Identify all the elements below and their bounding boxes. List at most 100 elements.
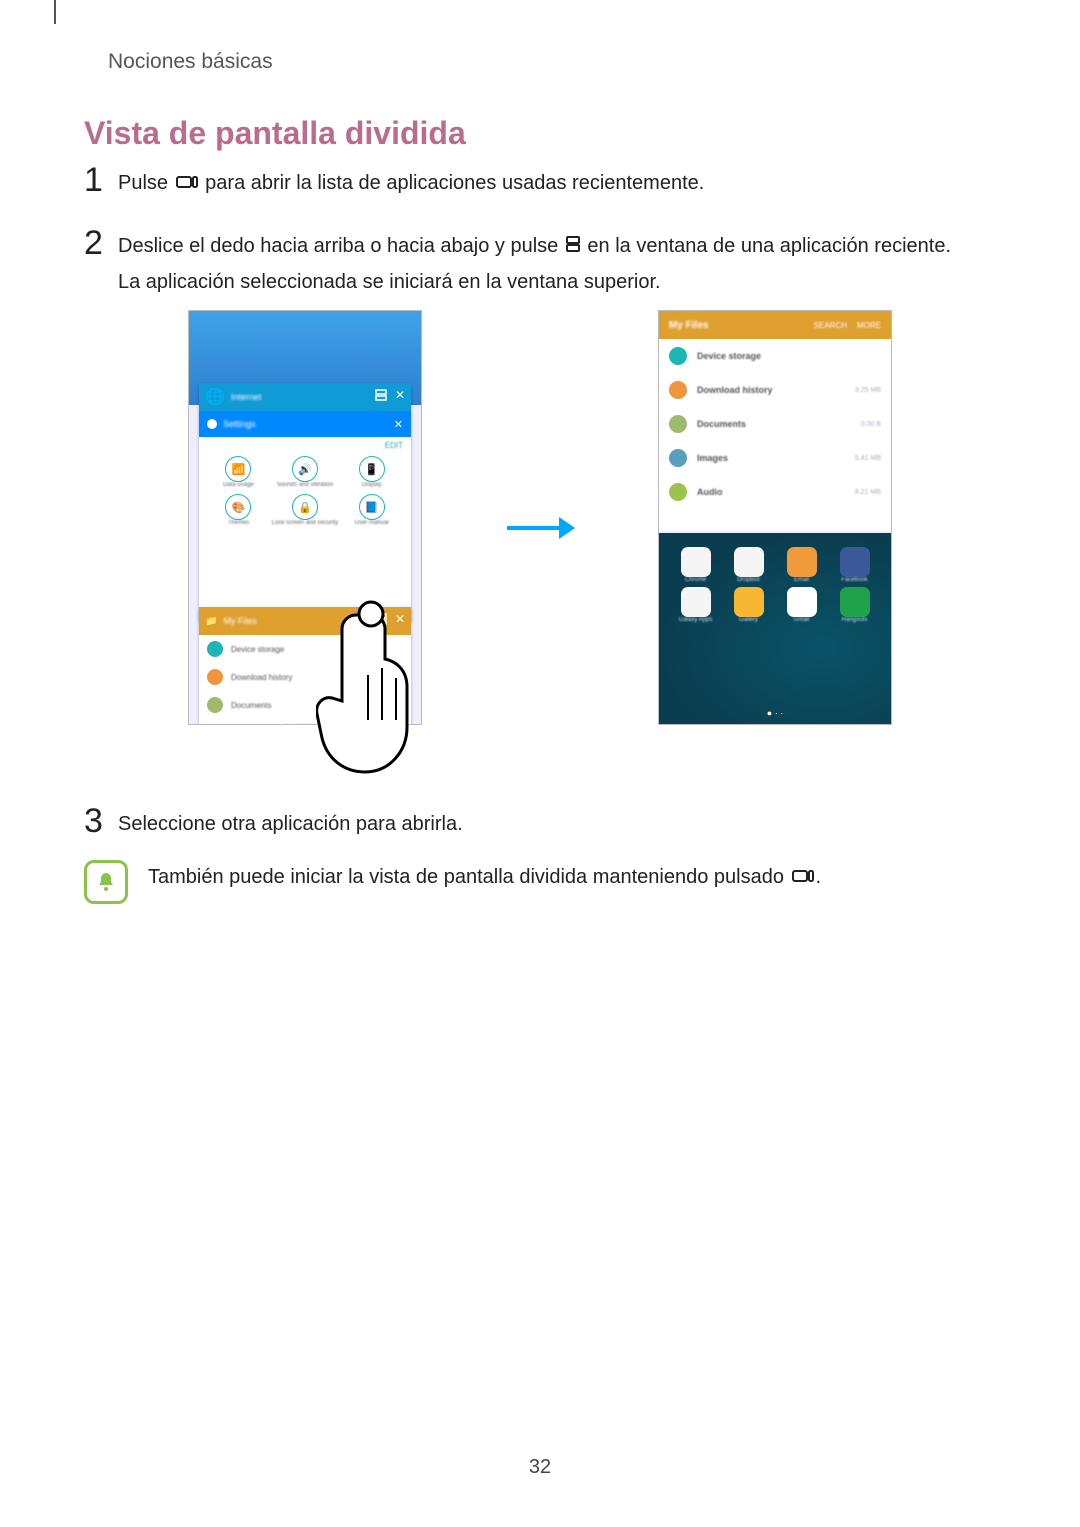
step-1: 1 Pulse para abrir la lista de aplicacio…	[84, 165, 996, 202]
close-icon[interactable]: ✕	[394, 418, 403, 431]
page-heading: Vista de pantalla dividida	[84, 115, 466, 152]
app-title: My Files	[669, 320, 708, 331]
category-label: Device storage	[231, 645, 284, 654]
category-label: Audio	[697, 487, 723, 497]
step-number: 3	[84, 804, 118, 838]
recents-icon	[792, 861, 814, 895]
close-all-button[interactable]: CLOSE ALL	[199, 723, 411, 725]
category-size: 0.00 B	[861, 421, 881, 428]
app-launcher-icon[interactable]	[840, 547, 870, 577]
split-view-icon[interactable]	[375, 612, 387, 630]
split-view-icon	[566, 228, 580, 264]
app-label: Hangouts	[828, 617, 881, 623]
app-label: Chrome	[669, 577, 722, 583]
category-size: 3.25 MB	[855, 387, 881, 394]
close-icon[interactable]: ✕	[395, 388, 405, 406]
app-label: Facebook	[828, 577, 881, 583]
category-label: Documents	[697, 419, 746, 429]
category-size: 8.21 MB	[855, 489, 881, 496]
app-launcher-icon[interactable]	[681, 587, 711, 617]
close-icon[interactable]: ✕	[395, 612, 405, 630]
file-category-row[interactable]: Documents 0.00 B	[659, 407, 891, 441]
settings-shortcut-icon[interactable]: 🎨	[225, 494, 251, 520]
app-launcher-icon[interactable]	[840, 587, 870, 617]
phone-recents: 🌐 Internet ✕ Settings ✕ EDIT 📶Data usag	[188, 310, 422, 725]
app-label: Dropbox	[722, 577, 775, 583]
category-label: Download history	[697, 385, 773, 395]
category-label: Download history	[231, 673, 292, 682]
step-2-text-b: en la ventana de una aplicación reciente…	[587, 235, 951, 257]
recents-card-myfiles: 📁 My Files ✕ Device storage Download hist…	[199, 607, 411, 725]
step-number: 1	[84, 163, 118, 197]
settings-shortcut-label: Sounds and vibration	[272, 482, 339, 488]
page-number: 32	[0, 1456, 1080, 1479]
step-1-text-a: Pulse	[118, 172, 174, 194]
step-2-text-c: La aplicación seleccionada se iniciará e…	[118, 271, 661, 293]
search-action[interactable]: SEARCH	[814, 321, 847, 330]
app-launcher-icon[interactable]	[681, 547, 711, 577]
file-category-row[interactable]: Images	[199, 719, 411, 725]
folder-icon: 📁	[205, 616, 217, 627]
recents-icon	[176, 166, 198, 202]
category-icon	[207, 641, 223, 657]
step-2-text-a: Deslice el dedo hacia arriba o hacia aba…	[118, 235, 564, 257]
app-launcher-icon[interactable]	[734, 587, 764, 617]
category-label: Documents	[231, 701, 271, 710]
app-launcher-icon[interactable]	[734, 547, 764, 577]
category-icon	[207, 697, 223, 713]
settings-shortcut-label: Themes	[205, 520, 272, 526]
settings-shortcut-icon[interactable]: 📱	[359, 456, 385, 482]
step-1-text-b: para abrir la lista de aplicaciones usad…	[205, 172, 704, 194]
settings-shortcut-icon[interactable]: 📶	[225, 456, 251, 482]
settings-shortcut-label: Data usage	[205, 482, 272, 488]
split-view-icon[interactable]	[375, 388, 387, 406]
settings-shortcut-label: Display	[338, 482, 405, 488]
app-label: Galaxy Apps	[669, 617, 722, 623]
step-3: 3 Seleccione otra aplicación para abrirl…	[84, 806, 996, 842]
settings-shortcut-label: User manual	[338, 520, 405, 526]
card-title: My Files	[223, 616, 257, 626]
settings-shortcut-icon[interactable]: 🔒	[292, 494, 318, 520]
app-launcher-icon[interactable]	[787, 587, 817, 617]
file-category-row[interactable]: Images 5.41 MB	[659, 441, 891, 475]
arrow-right-icon	[505, 513, 575, 548]
app-label: Email	[775, 577, 828, 583]
settings-shortcut-icon[interactable]: 📘	[359, 494, 385, 520]
more-action[interactable]: MORE	[857, 321, 881, 330]
category-icon	[669, 415, 687, 433]
globe-icon: 🌐	[205, 387, 225, 407]
file-category-row[interactable]: Documents	[199, 691, 411, 719]
recents-card-internet: 🌐 Internet ✕ Settings ✕ EDIT 📶Data usag	[199, 383, 411, 623]
category-icon	[669, 347, 687, 365]
breadcrumb: Nociones básicas	[108, 50, 273, 74]
file-category-row[interactable]: Device storage	[199, 635, 411, 663]
app-label: Gmail	[775, 617, 828, 623]
category-label: Device storage	[697, 351, 761, 361]
phone-split-view: My Files SEARCH MORE Device storage Downl…	[658, 310, 892, 725]
category-label: Images	[697, 453, 728, 463]
step-2: 2 Deslice el dedo hacia arriba o hacia a…	[84, 228, 996, 301]
file-category-row[interactable]: Download history 3.25 MB	[659, 373, 891, 407]
card-title: Internet	[231, 392, 262, 402]
edit-link[interactable]: EDIT	[199, 437, 411, 450]
settings-shortcut-icon[interactable]: 🔊	[292, 456, 318, 482]
category-icon	[669, 449, 687, 467]
file-category-row[interactable]: Device storage	[659, 339, 891, 373]
category-size: 5.41 MB	[855, 455, 881, 462]
note-text-a: También puede iniciar la vista de pantal…	[148, 866, 790, 888]
file-category-row[interactable]: Audio 8.21 MB	[659, 475, 891, 509]
card-subtitle: Settings	[223, 419, 256, 429]
step-3-text: Seleccione otra aplicación para abrirla.	[118, 806, 996, 842]
settings-shortcut-label: Lock screen and security	[272, 520, 339, 526]
category-icon	[669, 381, 687, 399]
note: También puede iniciar la vista de pantal…	[84, 860, 996, 904]
step-number: 2	[84, 226, 118, 260]
app-launcher-icon[interactable]	[787, 547, 817, 577]
illustration-row: 🌐 Internet ✕ Settings ✕ EDIT 📶Data usag	[188, 310, 892, 790]
file-category-row[interactable]: Download history	[199, 663, 411, 691]
category-icon	[669, 483, 687, 501]
app-label: Gallery	[722, 617, 775, 623]
category-icon	[207, 669, 223, 685]
gear-icon	[207, 419, 217, 429]
note-text-b: .	[816, 866, 822, 888]
